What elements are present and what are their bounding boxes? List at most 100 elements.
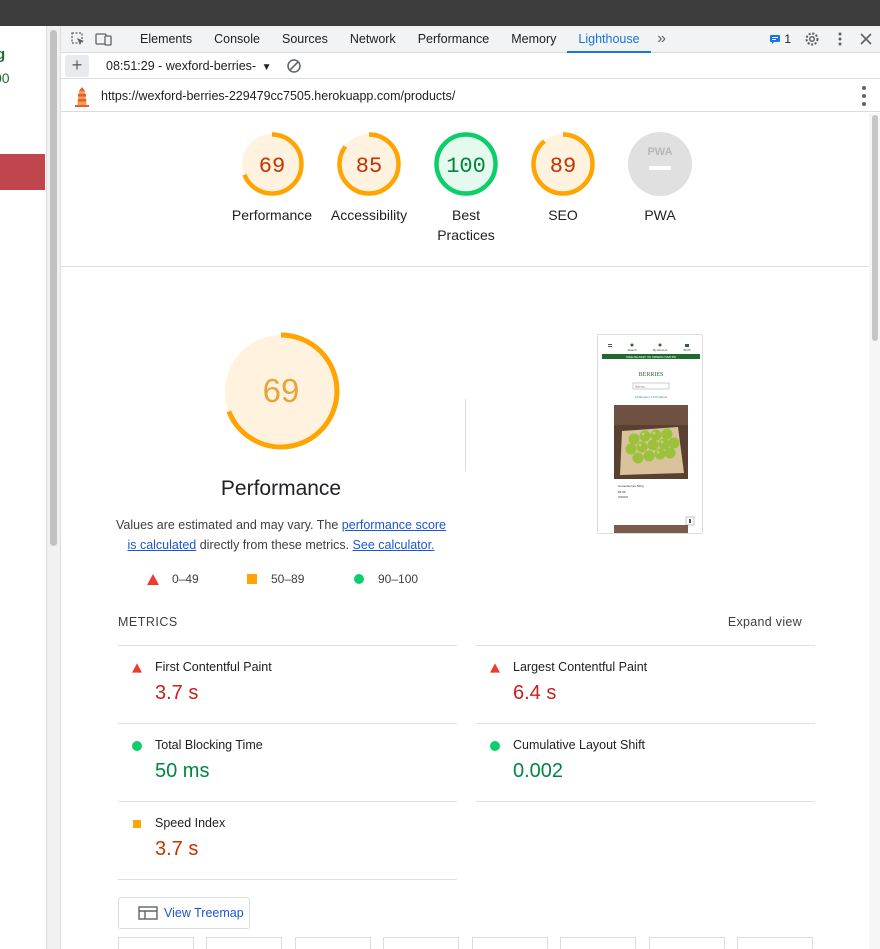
preview-product-name: Gooseberries 500g (618, 484, 644, 488)
dropdown-arrow-icon: ▼ (261, 61, 272, 73)
pwa-badge-text: PWA (647, 146, 672, 158)
legend-range: 50–89 (271, 572, 305, 586)
lighthouse-logo-icon (73, 85, 91, 107)
red-triangle-icon (147, 573, 159, 585)
metric-largest-contentful-paint: Largest Contentful Paint 6.4 s (476, 645, 815, 723)
metric-value: 3.7 s (155, 838, 199, 860)
pwa-badge-icon: PWA (628, 132, 692, 196)
new-report-button[interactable]: + (65, 54, 89, 77)
metric-divider (476, 801, 815, 802)
expand-view-toggle[interactable]: Expand view (728, 615, 802, 629)
devtools-panel: Elements Console Sources Network Perform… (60, 26, 880, 949)
best-practices-gauge-ring: 100 (434, 132, 498, 196)
clear-reports-icon[interactable] (283, 55, 305, 77)
more-tabs-icon[interactable]: » (651, 28, 673, 50)
legend-item-average: 50–89 (247, 572, 304, 586)
accessibility-score: 85 (356, 154, 382, 179)
metrics-title: METRICS (118, 615, 178, 629)
metric-divider (118, 879, 457, 880)
close-devtools-icon[interactable] (855, 28, 877, 50)
tab-elements[interactable]: Elements (129, 26, 203, 53)
preview-nav-account: My Account (653, 348, 668, 352)
filmstrip-frame (472, 937, 548, 949)
performance-gauge-ring: 69 (240, 132, 304, 196)
section-divider (465, 399, 466, 471)
tab-memory[interactable]: Memory (500, 26, 567, 53)
gauge-best-practices[interactable]: 100 Best Practices (418, 131, 514, 245)
legend-item-pass: 90–100 (354, 572, 418, 586)
report-menu-icon[interactable] (861, 86, 867, 106)
legend-range: 0–49 (172, 572, 199, 586)
preview-heading: BERRIES (639, 372, 664, 378)
report-scrollbar[interactable] (869, 113, 880, 949)
gauge-label: PWA (644, 207, 676, 223)
gauge-seo[interactable]: 89 SEO (515, 131, 611, 225)
gauge-label-line: Practices (437, 227, 495, 243)
metric-total-blocking-time: Total Blocking Time 50 ms (118, 723, 457, 801)
gauge-pwa[interactable]: PWA PWA (612, 131, 708, 225)
metric-name: Speed Index (155, 816, 226, 830)
is-calculated-link[interactable]: is calculated (127, 538, 196, 552)
metric-value: 50 ms (155, 760, 210, 782)
gauge-label: Performance (231, 207, 313, 223)
pass-circle-icon (132, 741, 142, 751)
device-toolbar-icon[interactable] (93, 28, 115, 50)
preview-banner: FREE DELIVERY ON ORDERS OVER €50 (626, 355, 676, 359)
score-legend: 0–49 50–89 90–100 (147, 572, 477, 588)
more-options-icon[interactable] (829, 28, 851, 50)
performance-main-gauge: 69 (221, 331, 341, 451)
filmstrip-frame (737, 937, 813, 949)
page-scrollbar[interactable] (46, 26, 60, 949)
report-url-bar: https://wexford-berries-229479cc7505.her… (61, 80, 880, 112)
report-selector[interactable]: 08:51:29 - wexford-berries- ▼ (106, 59, 271, 73)
filmstrip-frame (649, 937, 725, 949)
gauge-performance[interactable]: 69 Performance (224, 131, 320, 225)
fail-triangle-icon (132, 663, 142, 673)
metric-name: First Contentful Paint (155, 660, 272, 674)
metric-name: Total Blocking Time (155, 738, 263, 752)
best-practices-score: 100 (446, 154, 486, 179)
preview-nav-search: Search (628, 348, 637, 352)
filmstrip-frame (295, 937, 371, 949)
preview-filter: All Berries | 16 Products (635, 395, 668, 399)
page-text-fragment: g (0, 46, 6, 63)
average-square-icon (133, 820, 141, 828)
metric-value: 6.4 s (513, 682, 557, 704)
settings-gear-icon[interactable] (801, 28, 823, 50)
lighthouse-toolbar: + 08:51:29 - wexford-berries- ▼ (61, 53, 880, 79)
performance-title: Performance (220, 477, 342, 500)
inspect-element-icon[interactable] (67, 28, 89, 50)
report-url[interactable]: https://wexford-berries-229479cc7505.her… (101, 89, 455, 103)
view-treemap-label: View Treemap (164, 906, 244, 920)
description-text: Values are estimated and may vary. The (115, 518, 342, 532)
tab-sources[interactable]: Sources (271, 26, 339, 53)
metric-name: Largest Contentful Paint (513, 660, 648, 674)
pass-circle-icon (490, 741, 500, 751)
filmstrip-frame (560, 937, 636, 949)
treemap-icon (138, 906, 158, 920)
tab-network[interactable]: Network (339, 26, 407, 53)
tab-lighthouse[interactable]: Lighthouse (567, 26, 651, 53)
tab-performance[interactable]: Performance (407, 26, 501, 53)
metric-name: Cumulative Layout Shift (513, 738, 646, 752)
report-selector-label: 08:51:29 - wexford-berries- (106, 58, 257, 73)
gauge-accessibility[interactable]: 85 Accessibility (321, 131, 417, 225)
metric-speed-index: Speed Index 3.7 s (118, 801, 457, 879)
see-calculator-link[interactable]: See calculator. (353, 538, 435, 552)
final-screenshot-thumbnail[interactable]: Search My Account €0.00 FREE DELIVERY ON… (597, 334, 703, 534)
inspected-page-fragment: g 00 (0, 26, 46, 949)
issues-icon[interactable]: 1 (769, 28, 791, 50)
description-text: directly from these metrics. (196, 538, 353, 552)
devtools-tab-bar: Elements Console Sources Network Perform… (61, 26, 880, 53)
filmstrip-frame (206, 937, 282, 949)
performance-score-link[interactable]: performance score (342, 518, 446, 532)
view-treemap-button[interactable]: View Treemap (118, 897, 250, 929)
scrollbar-thumb[interactable] (872, 115, 878, 341)
scrollbar-thumb[interactable] (50, 30, 57, 546)
filmstrip-frame (383, 937, 459, 949)
issues-count: 1 (784, 32, 791, 46)
seo-score: 89 (550, 154, 576, 179)
preview-price: €5.99 (618, 490, 626, 494)
fail-triangle-icon (490, 663, 500, 673)
tab-console[interactable]: Console (203, 26, 271, 53)
